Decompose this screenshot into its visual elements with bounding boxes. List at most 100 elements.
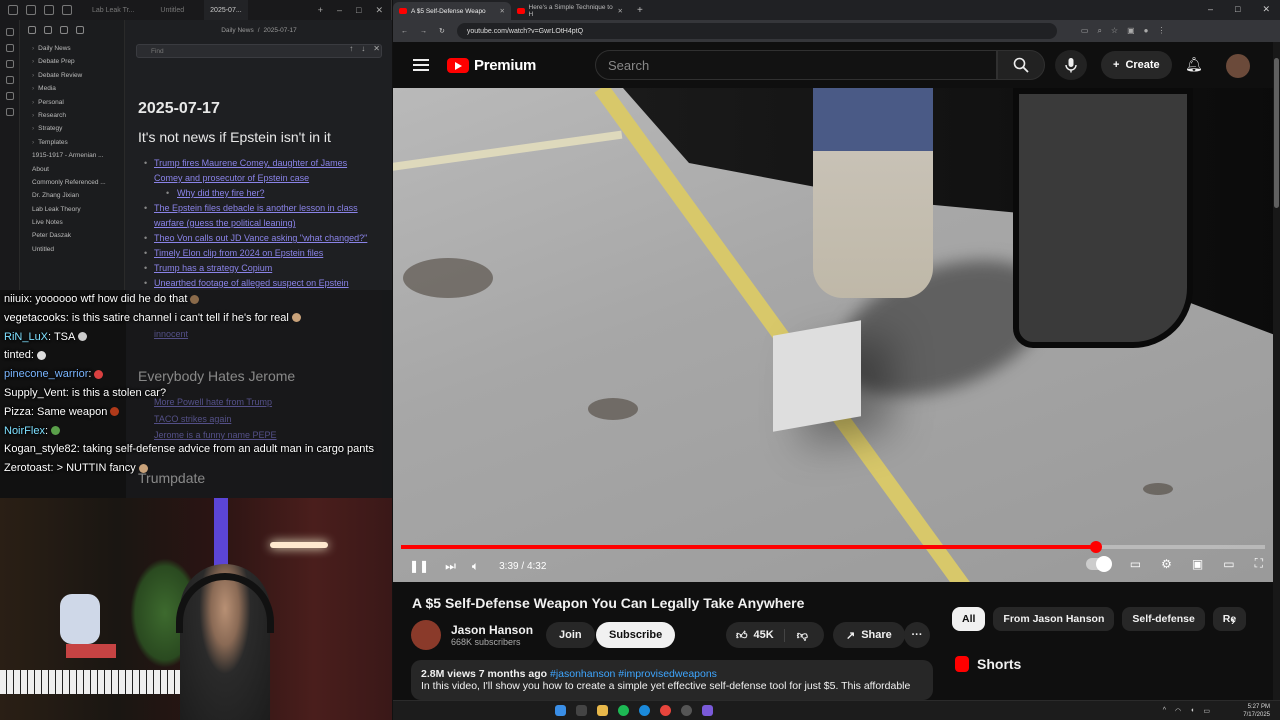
folder-icon[interactable] [26,5,36,15]
note-link[interactable]: Why did they fire her? [138,186,378,201]
progress-scrubber-handle[interactable] [1089,541,1102,553]
hamburger-menu-icon[interactable] [413,59,429,71]
file-explorer-icon[interactable] [597,705,608,716]
volume-icon[interactable]: 🔈︎ [472,559,479,574]
new-note-icon[interactable] [28,26,36,34]
note-link[interactable]: Trump fires Maurene Comey, daughter of J… [138,156,378,186]
cast-icon[interactable]: ▭ [1081,26,1089,36]
new-tab-button[interactable]: + [629,2,651,20]
obs-icon[interactable] [681,705,692,716]
sidebar-toggle-icon[interactable] [8,5,18,15]
scrollbar-thumb[interactable] [1274,58,1279,208]
menu-kebab-icon[interactable]: ⋮ [1158,26,1166,36]
file-icon[interactable] [6,44,14,52]
start-icon[interactable] [555,705,566,716]
video-player[interactable] [393,88,1273,582]
theater-mode-icon[interactable]: ▭ [1223,557,1234,571]
hashtags[interactable]: #jasonhanson #improvisedweapons [550,668,717,680]
page-scrollbar[interactable] [1273,42,1280,700]
more-actions-button[interactable]: ··· [904,622,930,648]
file-tree-folder[interactable]: Debate Review [32,69,124,82]
note-link[interactable]: Trump has a strategy Copium [138,261,378,276]
fullscreen-icon[interactable]: ⛶ [1255,556,1263,571]
calendar-icon[interactable] [6,60,14,68]
extension-icon[interactable]: ▣ [1127,26,1135,36]
note-link[interactable]: Theo Von calls out JD Vance asking "what… [138,231,378,246]
terminal-icon[interactable] [6,108,14,116]
filter-chip[interactable]: Re [1212,607,1247,631]
file-tree-folder[interactable]: Personal [32,96,124,109]
template-icon[interactable] [6,92,14,100]
minimize-icon[interactable]: – [337,5,342,16]
youtube-logo[interactable]: Premium [447,57,536,74]
chevron-right-icon[interactable]: › [1231,613,1235,628]
tray-chevron-icon[interactable]: ^ [1163,707,1166,715]
bookmark-icon[interactable] [62,5,72,15]
spotify-icon[interactable] [618,705,629,716]
voice-search-button[interactable] [1055,50,1087,80]
create-button[interactable]: + Create [1101,51,1172,79]
sort-icon[interactable] [60,26,68,34]
bookmark-star-icon[interactable]: ☆ [1111,26,1118,36]
close-icon[interactable]: ✕ [375,5,383,16]
autoplay-toggle[interactable] [1085,555,1112,572]
video-progress-bar[interactable] [401,541,1265,553]
graph-icon[interactable] [6,76,14,84]
taskbar-clock[interactable]: 5:27 PM 7/17/2025 [1243,703,1270,719]
file-tree-folder[interactable]: Daily News [32,42,124,55]
maximize-button[interactable]: □ [1235,4,1240,15]
file-tree-folder[interactable]: Research [32,109,124,122]
notifications-bell-icon[interactable]: 🔔︎ [1185,56,1203,73]
filter-chip[interactable]: Self-defense [1122,607,1205,631]
edge-icon[interactable] [639,705,650,716]
filter-chip[interactable]: All [952,607,986,631]
join-button[interactable]: Join [546,622,595,648]
channel-avatar[interactable] [411,620,441,650]
reload-icon[interactable]: ↻ [439,27,445,35]
speaker-icon[interactable]: ◖ [1190,707,1194,715]
new-folder-icon[interactable] [44,26,52,34]
profile-icon[interactable]: ● [1144,26,1149,36]
video-description[interactable]: 2.8M views 7 months ago #jasonhanson #im… [411,660,933,700]
account-avatar[interactable] [1226,54,1250,78]
filter-chip[interactable]: From Jason Hanson [993,607,1115,631]
zoom-icon[interactable]: ⌕ [1097,26,1101,36]
browser-tab-active[interactable]: A $5 Self-Defense Weapo ✕ [393,2,511,20]
find-next-icon[interactable]: ↓ [361,44,365,53]
file-tree-note[interactable]: Lab Leak Theory [32,203,124,216]
file-tree-folder[interactable]: Debate Prep [32,55,124,68]
file-tree-note[interactable]: Live Notes [32,216,124,229]
note-link[interactable]: Unearthed footage of alleged suspect on … [138,276,378,290]
breadcrumb-file[interactable]: 2025-07-17 [264,27,297,34]
search-button[interactable] [997,50,1045,80]
add-tab-icon[interactable]: + [318,5,323,16]
file-tree-folder[interactable]: Media [32,82,124,95]
miniplayer-icon[interactable]: ▣ [1192,557,1203,571]
breadcrumb-folder[interactable]: Daily News [221,27,254,34]
file-tree-folder[interactable]: Templates [32,136,124,149]
notes-tab-1[interactable]: Lab Leak Tr... [86,0,140,20]
next-icon[interactable]: ⏭︎ [445,559,456,574]
browser-tab[interactable]: Here's a Simple Technique to H ✕ [511,2,629,20]
settings-gear-icon[interactable]: ⚙ [1161,557,1172,571]
file-tree-note[interactable]: About [32,163,124,176]
find-close-icon[interactable]: ✕ [373,44,380,53]
like-button[interactable]: 👍︎ 45K [726,628,785,642]
find-prev-icon[interactable]: ↑ [349,44,353,53]
task-view-icon[interactable] [576,705,587,716]
wifi-icon[interactable]: ◠ [1175,707,1181,715]
close-button[interactable]: ✕ [1262,4,1270,15]
channel-name[interactable]: Jason Hanson [451,623,533,637]
captions-icon[interactable]: ▭ [1130,557,1141,571]
notes-tab-3[interactable]: 2025-07... [204,0,248,20]
dislike-button[interactable]: 👎︎ [785,629,820,642]
address-bar[interactable]: youtube.com/watch?v=GwrLOtH4ptQ [456,23,1057,39]
battery-icon[interactable]: ▭ [1203,707,1210,715]
file-tree-note[interactable]: Dr. Zhang Jixian [32,189,124,202]
note-link[interactable]: Timely Elon clip from 2024 on Epstein fi… [138,246,378,261]
minimize-button[interactable]: – [1208,4,1213,15]
file-tree-note[interactable]: Commonly Referenced ... [32,176,124,189]
file-tree-note[interactable]: 1915-1917 - Armenian ... [32,149,124,162]
maximize-icon[interactable]: □ [356,5,361,16]
find-input[interactable]: Find [136,44,382,58]
